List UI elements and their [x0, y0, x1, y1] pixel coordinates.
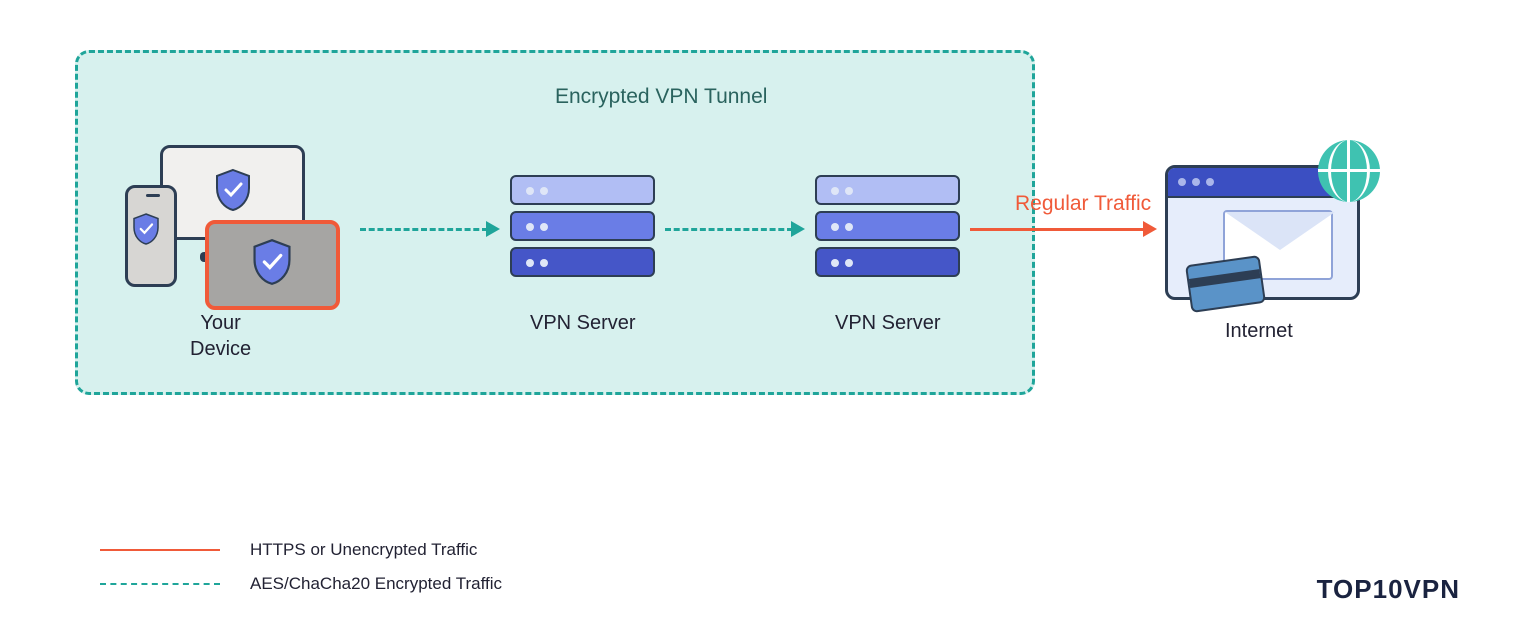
- shield-icon: [250, 238, 294, 286]
- tunnel-title: Encrypted VPN Tunnel: [555, 85, 767, 109]
- internet-label: Internet: [1225, 318, 1293, 344]
- legend-row: HTTPS or Unencrypted Traffic: [100, 540, 502, 560]
- logo-text: TOP10VPN: [1317, 574, 1460, 604]
- server-row: [510, 211, 655, 241]
- server-icon: [510, 175, 655, 280]
- globe-icon: [1318, 140, 1380, 202]
- regular-arrow: [970, 228, 1145, 231]
- shield-icon: [131, 212, 161, 246]
- legend-line-dashed-icon: [100, 583, 220, 585]
- encrypted-arrow: [360, 228, 488, 231]
- credit-card-icon: [1185, 255, 1266, 313]
- server-icon: [815, 175, 960, 280]
- brand-logo: TOP10VPN: [1317, 574, 1460, 605]
- server-row: [510, 175, 655, 205]
- server-row: [815, 211, 960, 241]
- legend-label: HTTPS or Unencrypted Traffic: [250, 540, 477, 560]
- arrow-head-icon: [486, 221, 500, 237]
- legend-label: AES/ChaCha20 Encrypted Traffic: [250, 574, 502, 594]
- server1-label: VPN Server: [530, 310, 636, 336]
- legend-row: AES/ChaCha20 Encrypted Traffic: [100, 574, 502, 594]
- regular-traffic-label: Regular Traffic: [1015, 192, 1151, 216]
- legend: HTTPS or Unencrypted Traffic AES/ChaCha2…: [100, 540, 502, 608]
- encrypted-arrow: [665, 228, 793, 231]
- shield-icon: [213, 168, 253, 212]
- device-group-icon: [115, 140, 355, 300]
- server2-label: VPN Server: [835, 310, 941, 336]
- internet-icon: [1165, 165, 1360, 300]
- device-label: Your Device: [190, 310, 251, 362]
- arrow-head-icon: [791, 221, 805, 237]
- server-row: [815, 247, 960, 277]
- server-row: [815, 175, 960, 205]
- legend-line-solid-icon: [100, 549, 220, 551]
- arrow-head-icon: [1143, 221, 1157, 237]
- browser-dots-icon: [1178, 178, 1214, 186]
- server-row: [510, 247, 655, 277]
